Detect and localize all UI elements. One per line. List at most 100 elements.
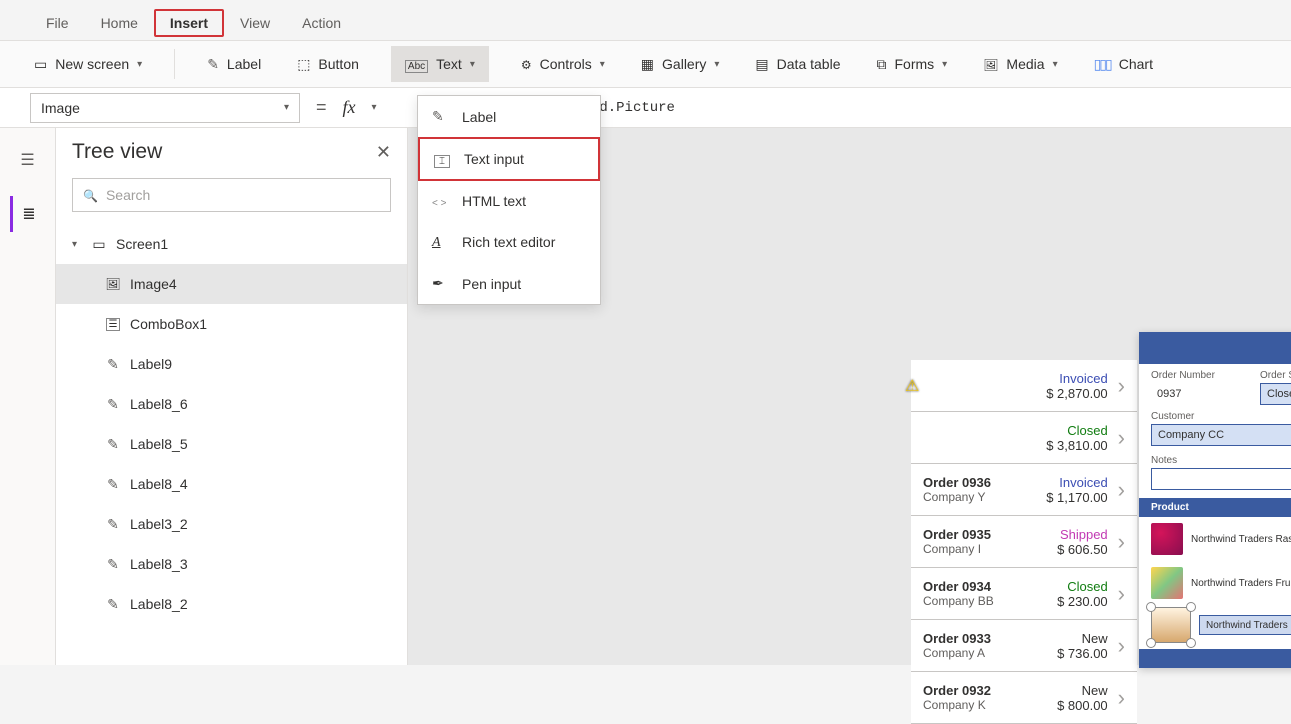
label-icon [104, 436, 122, 453]
chevron-down-icon: ▾ [284, 102, 289, 113]
dd-item-text-input[interactable]: Text input [418, 137, 600, 181]
dd-item-pen-input[interactable]: Pen input [418, 263, 600, 304]
tab-action[interactable]: Action [286, 9, 357, 37]
search-icon [83, 187, 98, 203]
dd-item-html-text[interactable]: HTML text [418, 181, 600, 221]
text-dropdown-menu: Label Text input HTML text Rich text edi… [417, 95, 601, 305]
tree-row-image4[interactable]: Image4 [56, 264, 407, 304]
chevron-right-icon[interactable]: › [1118, 581, 1125, 607]
order-row[interactable]: Order 0933Company A New$ 736.00 › [911, 620, 1137, 672]
order-row[interactable]: Closed$ 3,810.00 › [911, 412, 1137, 464]
property-select[interactable]: Image ▾ [30, 93, 300, 123]
order-row[interactable]: Order 0932Company K New$ 800.00 › [911, 672, 1137, 724]
order-number-value: 0937 [1151, 383, 1250, 405]
label-icon [104, 356, 122, 373]
tab-view[interactable]: View [224, 9, 286, 37]
collapse-icon[interactable]: ▾ [72, 239, 82, 250]
insert-button-button[interactable]: Button [293, 50, 363, 79]
warning-icon: ⚠ [905, 376, 919, 396]
text-icon [405, 56, 428, 72]
orders-gallery[interactable]: ⚠ Invoiced$ 2,870.00 › Closed$ 3,810.00 … [911, 360, 1137, 724]
tree-row-label8-4[interactable]: Label8_4 [56, 464, 407, 504]
tree-row-label8-2[interactable]: Label8_2 [56, 584, 407, 624]
selected-image-control[interactable] [1151, 607, 1191, 643]
tree-view-button[interactable] [10, 196, 46, 232]
customer-select[interactable]: Company CC▾ [1151, 424, 1291, 446]
tab-file[interactable]: File [30, 9, 85, 37]
insert-datatable-button[interactable]: Data table [751, 50, 844, 79]
formula-bar: Image ▾ = fx ▾ ted.Picture [0, 88, 1291, 128]
tree-row-label8-3[interactable]: Label8_3 [56, 544, 407, 584]
notes-label: Notes [1151, 455, 1291, 466]
order-totals: Order Totals: 130 $ 3,810.00 [1139, 649, 1291, 668]
chevron-down-icon: ▾ [137, 59, 142, 70]
chevron-right-icon[interactable]: › [1118, 373, 1125, 399]
chevron-down-icon[interactable]: ▾ [372, 102, 377, 113]
hamburger-button[interactable] [10, 142, 46, 178]
dd-item-rich-text[interactable]: Rich text editor [418, 221, 600, 263]
tree: ▾ Screen1 Image4 ComboBox1 Label9 Label8… [56, 222, 407, 626]
resize-handle[interactable] [1186, 638, 1196, 648]
dd-item-label[interactable]: Label [418, 96, 600, 137]
menu-tabs: File Home Insert View Action [0, 0, 1291, 40]
forms-icon [876, 56, 886, 73]
label-icon [104, 556, 122, 573]
tree-row-label8-5[interactable]: Label8_5 [56, 424, 407, 464]
fx-label: fx [343, 97, 356, 118]
tree-row-label3-2[interactable]: Label3_2 [56, 504, 407, 544]
tree-search-input[interactable]: Search [72, 178, 391, 212]
order-row[interactable]: Order 0934Company BB Closed$ 230.00 › [911, 568, 1137, 620]
property-value: Image [41, 100, 80, 116]
product-row[interactable]: Northwind Traders Raspberry Spread 90 $ … [1139, 517, 1291, 561]
order-row[interactable]: Order 0935Company I Shipped$ 606.50 › [911, 516, 1137, 568]
tree-row-label8-6[interactable]: Label8_6 [56, 384, 407, 424]
chevron-down-icon: ▾ [714, 59, 719, 70]
chevron-down-icon: ▾ [942, 59, 947, 70]
insert-controls-button[interactable]: Controls ▾ [517, 50, 609, 78]
resize-handle[interactable] [1186, 602, 1196, 612]
notes-input[interactable] [1151, 468, 1291, 490]
hamburger-icon [20, 150, 34, 170]
new-product-line[interactable]: Northwind Traders Cake Mix ▾ ⚠ ⚠ [1139, 605, 1291, 649]
combobox-icon [104, 318, 122, 331]
insert-media-button[interactable]: Media ▾ [979, 50, 1061, 78]
chevron-right-icon[interactable]: › [1118, 529, 1125, 555]
tree-row-screen1[interactable]: ▾ Screen1 [56, 224, 407, 264]
tab-home[interactable]: Home [85, 9, 154, 37]
resize-handle[interactable] [1146, 602, 1156, 612]
resize-handle[interactable] [1146, 638, 1156, 648]
tab-insert[interactable]: Insert [154, 9, 224, 37]
insert-text-button[interactable]: Text ▾ [391, 46, 489, 82]
tree-row-combobox1[interactable]: ComboBox1 [56, 304, 407, 344]
app-header: Northwind Orders [1139, 332, 1291, 364]
insert-forms-button[interactable]: Forms ▾ [872, 50, 951, 79]
equals-label: = [316, 97, 327, 118]
pen-icon [432, 275, 450, 292]
customer-label: Customer [1151, 411, 1291, 422]
media-icon [983, 56, 998, 72]
label-icon [104, 596, 122, 613]
order-number-label: Order Number [1151, 370, 1250, 381]
insert-label-button[interactable]: Label [203, 50, 265, 79]
divider [174, 49, 175, 79]
insert-chart-button[interactable]: Chart [1090, 50, 1157, 79]
ribbon: New screen ▾ Label Button Text ▾ Control… [0, 40, 1291, 88]
text-input-icon [434, 151, 452, 167]
order-row[interactable]: ⚠ Invoiced$ 2,870.00 › [911, 360, 1137, 412]
button-icon [297, 56, 310, 73]
chevron-right-icon[interactable]: › [1118, 633, 1125, 659]
order-status-select[interactable]: Closed▾ [1260, 383, 1291, 405]
chevron-right-icon[interactable]: › [1118, 685, 1125, 711]
chevron-right-icon[interactable]: › [1118, 425, 1125, 451]
new-screen-button[interactable]: New screen ▾ [30, 50, 146, 79]
tree-row-label9[interactable]: Label9 [56, 344, 407, 384]
insert-gallery-button[interactable]: Gallery ▾ [637, 50, 724, 79]
product-combobox[interactable]: Northwind Traders Cake Mix ▾ [1199, 615, 1291, 635]
product-row[interactable]: Northwind Traders Fruit Salad 40 $ 39.00… [1139, 561, 1291, 605]
left-rail [0, 128, 56, 665]
tree-panel: Tree view ✕ Search ▾ Screen1 Image4 Comb… [56, 128, 408, 665]
close-tree-button[interactable]: ✕ [376, 142, 391, 163]
chevron-right-icon[interactable]: › [1118, 477, 1125, 503]
new-screen-icon [34, 56, 47, 73]
order-row[interactable]: Order 0936Company Y Invoiced$ 1,170.00 › [911, 464, 1137, 516]
